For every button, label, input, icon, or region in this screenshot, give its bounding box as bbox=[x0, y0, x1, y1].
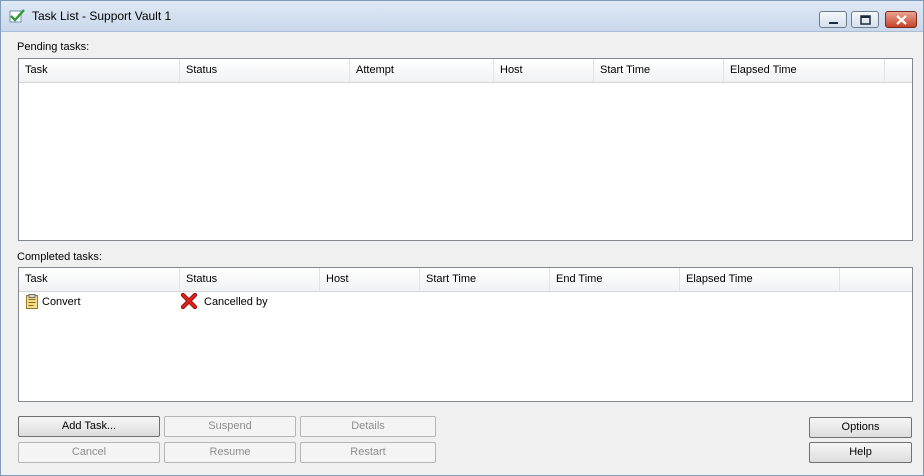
minimize-button[interactable] bbox=[819, 11, 847, 28]
window-title: Task List - Support Vault 1 bbox=[32, 9, 172, 23]
completed-col-host[interactable]: Host bbox=[320, 268, 420, 291]
task-list-window: Task List - Support Vault 1 Pending task… bbox=[0, 0, 924, 476]
completed-task-name: Convert bbox=[42, 296, 81, 308]
checkmark-app-icon bbox=[9, 8, 25, 24]
minimize-icon bbox=[829, 22, 838, 24]
cancel-button[interactable]: Cancel bbox=[18, 442, 160, 463]
pending-tasks-label: Pending tasks: bbox=[17, 41, 90, 53]
pending-col-host[interactable]: Host bbox=[494, 59, 594, 82]
pending-tasks-list[interactable]: Task Status Attempt Host Start Time Elap… bbox=[18, 58, 913, 241]
pending-tasks-header: Task Status Attempt Host Start Time Elap… bbox=[19, 59, 912, 83]
resume-button[interactable]: Resume bbox=[164, 442, 296, 463]
title-bar[interactable]: Task List - Support Vault 1 bbox=[1, 1, 923, 32]
pending-col-status[interactable]: Status bbox=[180, 59, 350, 82]
suspend-button[interactable]: Suspend bbox=[164, 416, 296, 437]
pending-col-attempt[interactable]: Attempt bbox=[350, 59, 494, 82]
completed-col-elapsed-time[interactable]: Elapsed Time bbox=[680, 268, 840, 291]
pending-col-elapsed-time[interactable]: Elapsed Time bbox=[724, 59, 885, 82]
pending-col-task[interactable]: Task bbox=[19, 59, 180, 82]
options-button[interactable]: Options bbox=[809, 417, 912, 438]
completed-col-end-time[interactable]: End Time bbox=[550, 268, 680, 291]
help-button[interactable]: Help bbox=[809, 442, 912, 463]
completed-col-start-time[interactable]: Start Time bbox=[420, 268, 550, 291]
red-x-icon bbox=[180, 292, 198, 311]
completed-tasks-label: Completed tasks: bbox=[17, 251, 102, 263]
completed-col-status[interactable]: Status bbox=[180, 268, 320, 291]
completed-col-task[interactable]: Task bbox=[19, 268, 180, 291]
details-button[interactable]: Details bbox=[300, 416, 436, 437]
close-button[interactable] bbox=[885, 11, 917, 28]
completed-tasks-list[interactable]: Task Status Host Start Time End Time Ela… bbox=[18, 267, 913, 402]
completed-task-status: Cancelled by bbox=[204, 296, 268, 308]
maximize-button[interactable] bbox=[851, 11, 879, 28]
pending-col-start-time[interactable]: Start Time bbox=[594, 59, 724, 82]
restart-button[interactable]: Restart bbox=[300, 442, 436, 463]
close-icon bbox=[896, 15, 907, 25]
completed-tasks-header: Task Status Host Start Time End Time Ela… bbox=[19, 268, 912, 292]
restore-icon bbox=[860, 15, 871, 25]
clipboard-task-icon bbox=[26, 294, 40, 312]
add-task-button[interactable]: Add Task... bbox=[18, 416, 160, 437]
table-row[interactable]: Convert Cancelled by bbox=[19, 292, 912, 312]
